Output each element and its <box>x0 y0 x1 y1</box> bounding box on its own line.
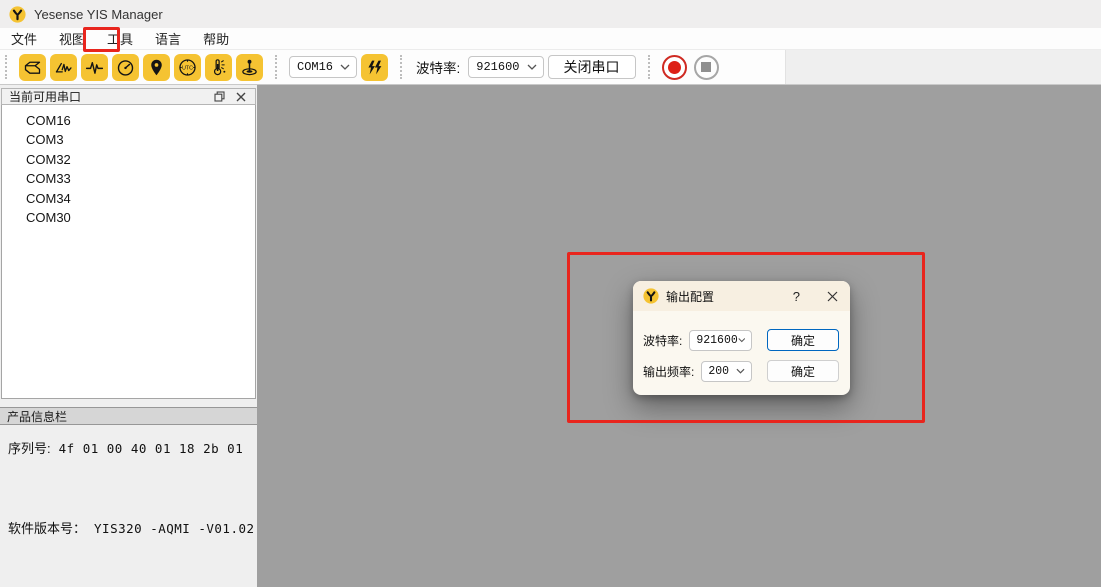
dialog-output-rate-label: 输出频率: <box>643 363 694 380</box>
toolbar-group-baud: 波特率: 921600 关闭串口 <box>395 50 642 84</box>
ports-panel-header: 当前可用串口 <box>1 88 256 105</box>
dialog-body: 波特率: 921600 确定 输出频率: 200 确定 <box>633 311 850 395</box>
toolbar-empty-area <box>785 50 1101 84</box>
toolbar-drag-handle[interactable] <box>5 55 9 79</box>
refresh-ports-button[interactable] <box>361 54 388 81</box>
utc-clock-icon: UTC <box>177 57 198 78</box>
angle-curve-icon <box>53 57 74 78</box>
port-list-item[interactable]: COM30 <box>2 208 255 227</box>
toolbar: UTC <box>0 50 1101 85</box>
port-list-item[interactable]: COM32 <box>2 150 255 169</box>
dialog-baud-select[interactable]: 921600 <box>689 330 752 351</box>
dialog-output-rate-select[interactable]: 200 <box>701 361 752 382</box>
baud-confirm-button[interactable]: 确定 <box>767 329 839 351</box>
sensor-waveform-button[interactable] <box>81 54 108 81</box>
utc-time-button[interactable]: UTC <box>174 54 201 81</box>
baud-rate-select[interactable]: 921600 <box>468 56 543 78</box>
app-logo-icon <box>643 288 659 304</box>
toolbar-group-views: UTC <box>0 50 270 84</box>
record-icon <box>668 61 681 74</box>
toolbar-drag-handle[interactable] <box>400 55 404 79</box>
dialog-close-button[interactable] <box>825 289 839 303</box>
software-version-row: 软件版本号： YIS320 -AQMI -V01.02.03; <box>8 518 249 537</box>
dialog-output-rate-value: 200 <box>708 365 729 378</box>
dialog-baud-value: 921600 <box>696 334 737 347</box>
port-list-item[interactable]: COM33 <box>2 169 255 188</box>
output-config-dialog: 输出配置 ? 波特率: 921600 确定 <box>633 281 850 395</box>
port-list-item[interactable]: COM3 <box>2 130 255 149</box>
attitude-pin-icon <box>239 57 260 78</box>
product-info-panel: 序列号: 4f 01 00 40 01 18 2b 01 软件版本号： YIS3… <box>0 425 257 587</box>
menu-language[interactable]: 语言 <box>144 27 192 50</box>
close-icon <box>236 92 246 102</box>
dialog-title-bar[interactable]: 输出配置 ? <box>633 281 850 311</box>
port-list-item[interactable]: COM34 <box>2 189 255 208</box>
main-workspace: 输出配置 ? 波特率: 921600 确定 <box>257 85 1101 587</box>
app-logo-icon <box>9 6 26 23</box>
3d-box-icon <box>22 57 43 78</box>
left-sidebar: 当前可用串口 COM16 COM3 COM32 COM33 COM34 <box>0 85 257 587</box>
toolbar-drag-handle[interactable] <box>648 55 652 79</box>
menu-file[interactable]: 文件 <box>0 27 48 50</box>
attitude-curve-button[interactable] <box>50 54 77 81</box>
baud-rate-label: 波特率: <box>416 57 460 77</box>
serial-number-label: 序列号: <box>8 438 51 457</box>
body-row: 当前可用串口 COM16 COM3 COM32 COM33 COM34 <box>0 85 1101 587</box>
app-window: Yesense YIS Manager 文件 视图 工具 语言 帮助 <box>0 0 1101 587</box>
serial-port-list: COM16 COM3 COM32 COM33 COM34 COM30 <box>1 105 256 399</box>
menu-tools[interactable]: 工具 <box>96 27 144 50</box>
attitude-indicator-button[interactable] <box>236 54 263 81</box>
serial-number-value: 4f 01 00 40 01 18 2b 01 <box>59 441 244 456</box>
gauge-icon <box>115 57 136 78</box>
port-select[interactable]: COM16 <box>289 56 357 78</box>
chevron-down-icon <box>527 64 537 70</box>
menu-help[interactable]: 帮助 <box>192 27 240 50</box>
dialog-baud-label: 波特率: <box>643 332 682 349</box>
title-bar: Yesense YIS Manager <box>0 0 1101 28</box>
ports-panel-title: 当前可用串口 <box>9 88 81 105</box>
menu-bar: 文件 视图 工具 语言 帮助 <box>0 28 1101 50</box>
thermometer-icon <box>208 57 229 78</box>
output-rate-row: 输出频率: 200 确定 <box>643 360 839 382</box>
port-list-item[interactable]: COM16 <box>2 111 255 130</box>
window-title: Yesense YIS Manager <box>34 7 163 22</box>
close-panel-button[interactable] <box>234 90 248 104</box>
product-info-header: 产品信息栏 <box>0 407 257 425</box>
toolbar-group-record <box>643 50 726 84</box>
toolbar-drag-handle[interactable] <box>275 55 279 79</box>
chevron-down-icon <box>340 64 350 70</box>
waveform-icon <box>84 57 105 78</box>
location-pin-icon <box>146 57 167 78</box>
svg-text:UTC: UTC <box>182 65 193 71</box>
product-info-title: 产品信息栏 <box>7 408 67 425</box>
gauge-button[interactable] <box>112 54 139 81</box>
close-serial-port-button[interactable]: 关闭串口 <box>548 55 636 79</box>
dialog-title: 输出配置 <box>666 288 786 305</box>
3d-model-button[interactable] <box>19 54 46 81</box>
toolbar-group-port: COM16 <box>270 50 395 84</box>
record-button[interactable] <box>662 55 687 80</box>
chevron-down-icon <box>736 368 745 374</box>
baud-rate-row: 波特率: 921600 确定 <box>643 329 839 351</box>
output-rate-confirm-button[interactable]: 确定 <box>767 360 839 382</box>
stop-icon <box>701 62 711 72</box>
port-select-value: COM16 <box>297 60 333 74</box>
dialog-help-button[interactable]: ? <box>793 289 800 304</box>
float-window-icon <box>214 91 225 102</box>
menu-view[interactable]: 视图 <box>48 27 96 50</box>
location-button[interactable] <box>143 54 170 81</box>
software-version-label: 软件版本号： <box>8 518 86 537</box>
serial-number-row: 序列号: 4f 01 00 40 01 18 2b 01 <box>8 438 249 457</box>
stop-button[interactable] <box>694 55 719 80</box>
baud-rate-value: 921600 <box>476 60 519 74</box>
refresh-ports-icon <box>364 57 385 78</box>
close-icon <box>827 291 838 302</box>
float-panel-button[interactable] <box>212 90 226 104</box>
temperature-button[interactable] <box>205 54 232 81</box>
chevron-down-icon <box>738 337 746 343</box>
